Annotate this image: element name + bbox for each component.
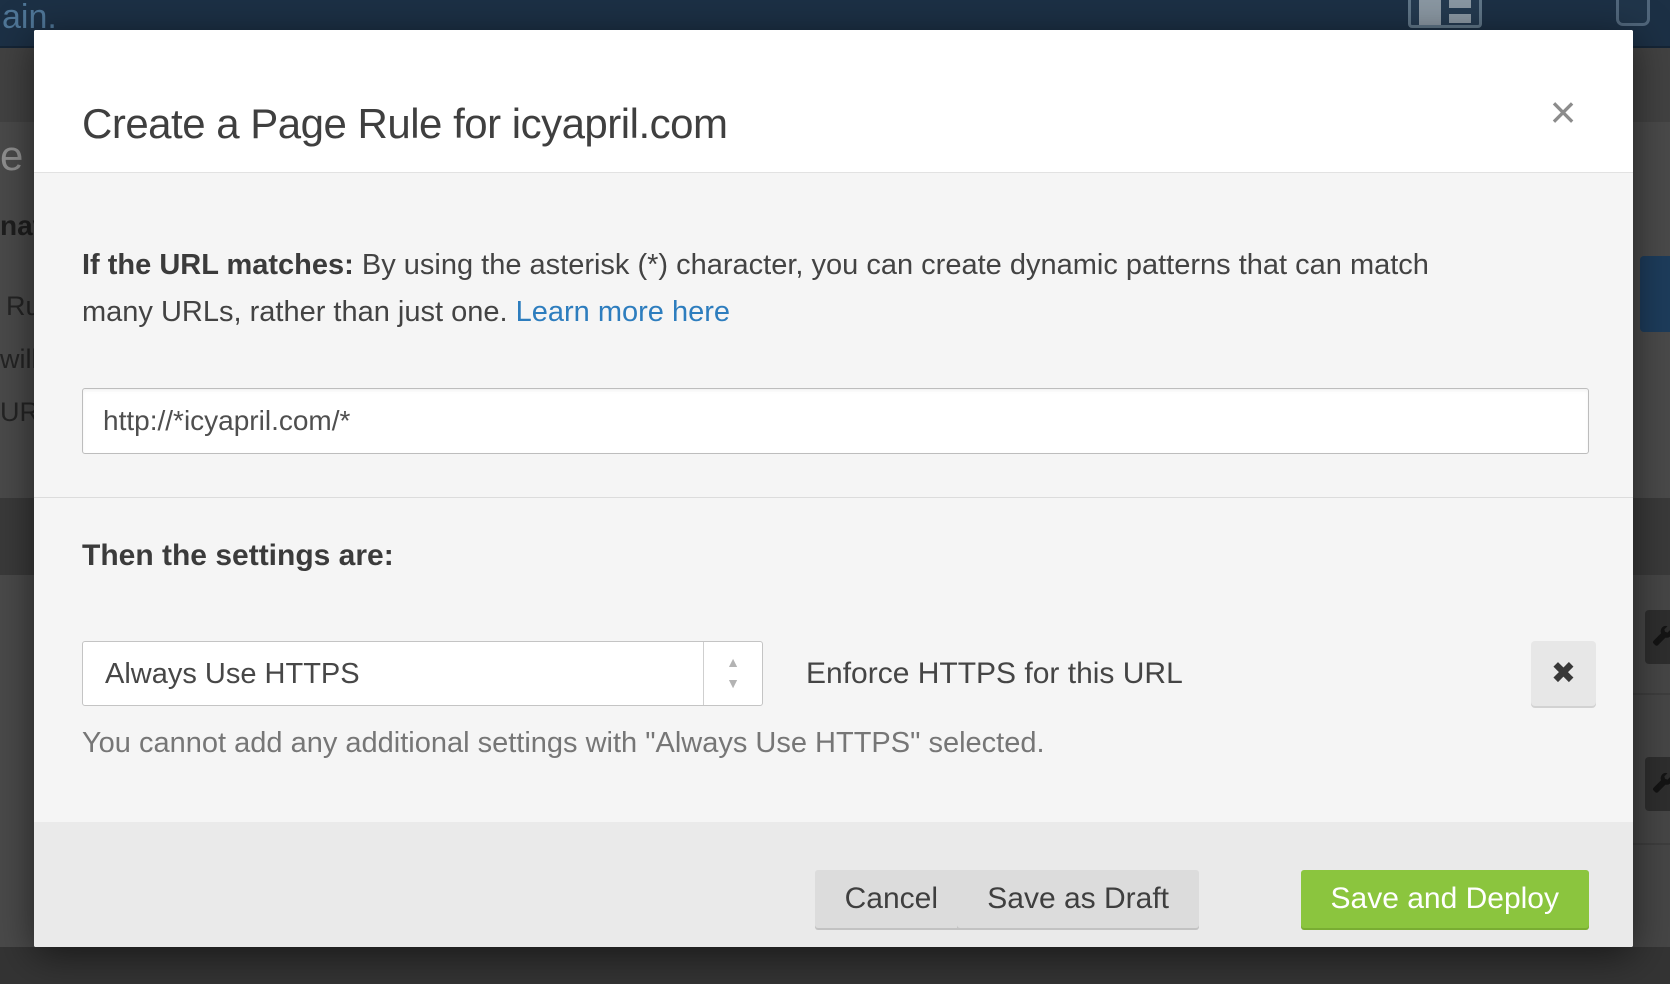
- url-pattern-input[interactable]: [82, 388, 1589, 454]
- modal-footer: Cancel Save as Draft Save and Deploy: [34, 822, 1633, 947]
- learn-more-link[interactable]: Learn more here: [516, 296, 730, 328]
- apps-grid-icon: [1408, 0, 1482, 28]
- url-match-label: If the URL matches:: [82, 249, 354, 281]
- background-text-fragment: will: [0, 344, 38, 375]
- url-match-description: If the URL matches: By using the asteris…: [82, 242, 1592, 336]
- select-stepper[interactable]: ▲ ▼: [703, 642, 762, 705]
- wrench-icon: [1651, 771, 1670, 797]
- modal-header: Create a Page Rule for icyapril.com ×: [34, 30, 1633, 173]
- create-page-rule-modal: Create a Page Rule for icyapril.com × If…: [34, 30, 1633, 947]
- background-heading-fragment: e: [0, 132, 23, 180]
- remove-setting-button[interactable]: ✖: [1531, 641, 1596, 706]
- setting-select[interactable]: Always Use HTTPS ▲ ▼: [82, 641, 763, 706]
- cancel-button[interactable]: Cancel: [815, 870, 968, 928]
- background-table-header-left: [0, 498, 34, 575]
- setting-select-value: Always Use HTTPS: [105, 658, 360, 691]
- setting-description: Enforce HTTPS for this URL: [806, 657, 1183, 691]
- modal-title: Create a Page Rule for icyapril.com: [82, 100, 727, 148]
- background-subheader-right: [1633, 48, 1670, 122]
- settings-section-label: Then the settings are:: [82, 539, 394, 573]
- chevron-up-icon: ▲: [704, 654, 762, 670]
- url-match-section: If the URL matches: By using the asteris…: [34, 173, 1633, 498]
- background-create-rule-button-fragment: [1640, 256, 1670, 332]
- chevron-down-icon: ▼: [704, 675, 762, 691]
- background-subheader-left: [0, 48, 34, 122]
- remove-icon: ✖: [1551, 657, 1576, 690]
- wrench-icon: [1651, 624, 1670, 650]
- profile-icon: [1616, 0, 1650, 26]
- close-icon[interactable]: ×: [1537, 88, 1589, 140]
- screen: ain. e nav Ru will UR Create a Page Rule…: [0, 0, 1670, 984]
- background-bottom-strip: [0, 947, 1670, 984]
- save-and-deploy-button[interactable]: Save and Deploy: [1301, 870, 1590, 928]
- url-match-text-line1: By using the asterisk (*) character, you…: [362, 249, 1429, 281]
- background-edit-rule-button: [1645, 610, 1670, 664]
- background-edit-rule-button: [1645, 757, 1670, 811]
- settings-note: You cannot add any additional settings w…: [82, 727, 1045, 760]
- background-table-header-right: [1633, 498, 1670, 575]
- url-match-text-line2: many URLs, rather than just one.: [82, 296, 508, 328]
- settings-section: Then the settings are: Always Use HTTPS …: [34, 499, 1633, 822]
- save-as-draft-button[interactable]: Save as Draft: [957, 870, 1199, 928]
